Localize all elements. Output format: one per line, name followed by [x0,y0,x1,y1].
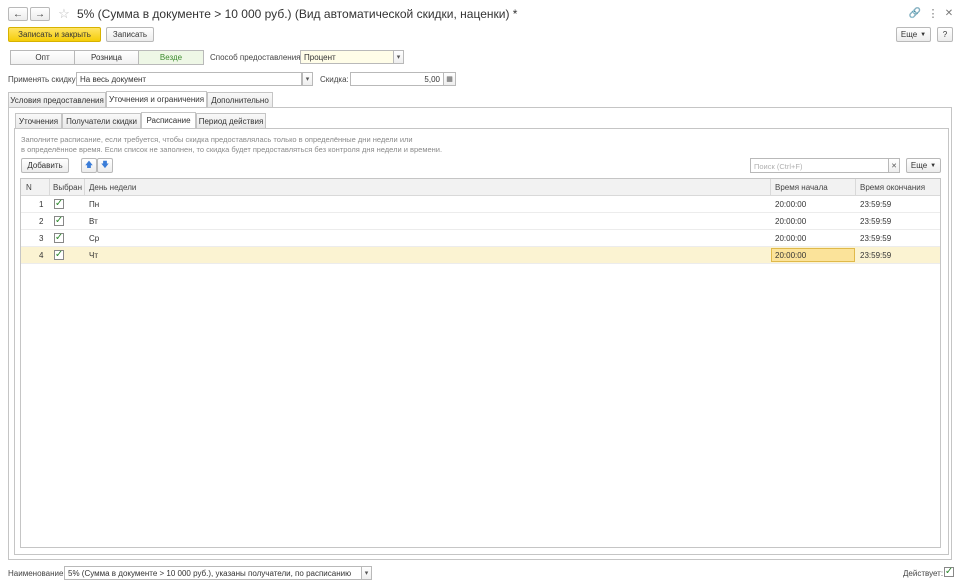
back-button[interactable]: ← [8,7,28,21]
window-title: 5% (Сумма в документе > 10 000 руб.) (Ви… [77,7,518,21]
calculator-button[interactable]: ▦ [443,72,456,86]
more-button-label: Еще [900,30,918,39]
link-icon[interactable]: 🔗 [908,6,922,20]
check-icon: ✓ [54,215,64,226]
col-divider [855,179,856,196]
tab-additional[interactable]: Дополнительно [207,92,273,107]
subtab-recipients[interactable]: Получатели скидки [62,113,141,128]
col-start[interactable]: Время начала [775,183,828,192]
check-icon: ✓ [54,249,64,260]
selected-checkbox[interactable]: ✓ [54,199,64,209]
check-icon: ✓ [944,566,954,577]
start-time-cell[interactable]: 20:00:00 [775,251,806,260]
start-time-cell[interactable]: 20:00:00 [775,234,806,243]
row-number: 3 [39,234,44,243]
chevron-down-icon: ▾ [364,570,369,577]
subtab-period[interactable]: Период действия [196,113,266,128]
hint-line-2: в определённое время. Если список не зап… [21,145,443,154]
arrow-up-icon: 🡅 [84,159,94,169]
end-time-cell[interactable]: 23:59:59 [860,217,891,226]
check-icon: ✓ [54,198,64,209]
col-selected[interactable]: Выбран [53,183,82,192]
chevron-down-icon: ▼ [920,31,927,38]
day-cell[interactable]: Ср [89,234,99,243]
method-field[interactable]: Процент [300,50,394,64]
start-time-cell[interactable]: 20:00:00 [775,217,806,226]
end-time-cell[interactable]: 23:59:59 [860,200,891,209]
table-row[interactable]: 1 ✓ Пн 20:00:00 23:59:59 [21,196,940,213]
start-time-cell[interactable]: 20:00:00 [775,200,806,209]
check-icon: ✓ [54,232,64,243]
day-cell[interactable]: Пн [89,200,99,209]
segment-retail[interactable]: Розница [74,50,139,65]
more-vertical-icon[interactable]: ⋮ [926,6,940,20]
help-button[interactable]: ? [937,27,953,42]
col-divider [84,179,85,196]
discount-field[interactable]: 5,00 [350,72,444,86]
col-divider [770,179,771,196]
forward-button[interactable]: → [30,7,50,21]
arrow-down-icon: 🡇 [100,159,110,169]
row-number: 1 [39,200,44,209]
chevron-down-icon: ▼ [930,162,937,169]
active-checkbox[interactable]: ✓ [944,567,954,577]
name-dropdown-button[interactable]: ▾ [361,566,372,580]
table-header: N Выбран День недели Время начала Время … [21,179,940,196]
subtab-refinements[interactable]: Уточнения [15,113,62,128]
arrow-left-icon: ← [13,8,23,20]
active-label: Действует: [903,569,944,578]
close-icon: ✕ [891,162,897,170]
col-end[interactable]: Время окончания [860,183,925,192]
save-and-close-button[interactable]: Записать и закрыть [8,27,101,42]
day-cell[interactable]: Чт [89,251,98,260]
save-button[interactable]: Записать [106,27,154,42]
search-clear-button[interactable]: ✕ [888,158,900,173]
apply-label: Применять скидку: [8,75,78,84]
table-row-selected[interactable]: 4 ✓ Чт 20:00:00 23:59:59 [21,247,940,264]
method-dropdown-button[interactable]: ▾ [393,50,404,64]
discount-label: Скидка: [320,75,349,84]
selected-checkbox[interactable]: ✓ [54,250,64,260]
end-time-cell[interactable]: 23:59:59 [860,251,891,260]
schedule-table[interactable]: N Выбран День недели Время начала Время … [20,178,941,548]
row-number: 2 [39,217,44,226]
schedule-hint: Заполните расписание, если требуется, чт… [21,135,442,155]
grid-more-button[interactable]: Еще ▼ [906,158,941,173]
star-icon[interactable]: ☆ [57,6,71,21]
grid-more-label: Еще [910,161,928,170]
close-icon[interactable]: ✕ [942,6,956,20]
col-day[interactable]: День недели [89,183,136,192]
day-cell[interactable]: Вт [89,217,98,226]
table-row[interactable]: 2 ✓ Вт 20:00:00 23:59:59 [21,213,940,230]
arrow-right-icon: → [35,8,45,20]
name-label: Наименование: [8,569,66,578]
search-input[interactable]: Поиск (Ctrl+F) [750,158,889,173]
method-label: Способ предоставления: [210,53,303,62]
row-number: 4 [39,251,44,260]
chevron-down-icon: ▾ [305,76,310,83]
col-n[interactable]: N [26,183,32,192]
move-down-button[interactable]: 🡇 [97,158,113,173]
segment-opt[interactable]: Опт [10,50,75,65]
end-time-cell[interactable]: 23:59:59 [860,234,891,243]
subtab-schedule[interactable]: Расписание [141,112,196,128]
calculator-icon: ▦ [446,76,453,83]
tab-refinements[interactable]: Уточнения и ограничения [106,91,207,107]
move-up-button[interactable]: 🡅 [81,158,97,173]
col-divider [49,179,50,196]
apply-dropdown-button[interactable]: ▾ [302,72,313,86]
selected-checkbox[interactable]: ✓ [54,233,64,243]
apply-field[interactable]: На весь документ [76,72,302,86]
tab-conditions[interactable]: Условия предоставления [8,92,106,107]
more-button[interactable]: Еще ▼ [896,27,931,42]
table-row[interactable]: 3 ✓ Ср 20:00:00 23:59:59 [21,230,940,247]
segment-everywhere[interactable]: Везде [138,50,204,65]
name-field[interactable]: 5% (Сумма в документе > 10 000 руб.), ук… [64,566,362,580]
selected-checkbox[interactable]: ✓ [54,216,64,226]
hint-line-1: Заполните расписание, если требуется, чт… [21,135,413,144]
add-button[interactable]: Добавить [21,158,69,173]
chevron-down-icon: ▾ [396,54,401,61]
